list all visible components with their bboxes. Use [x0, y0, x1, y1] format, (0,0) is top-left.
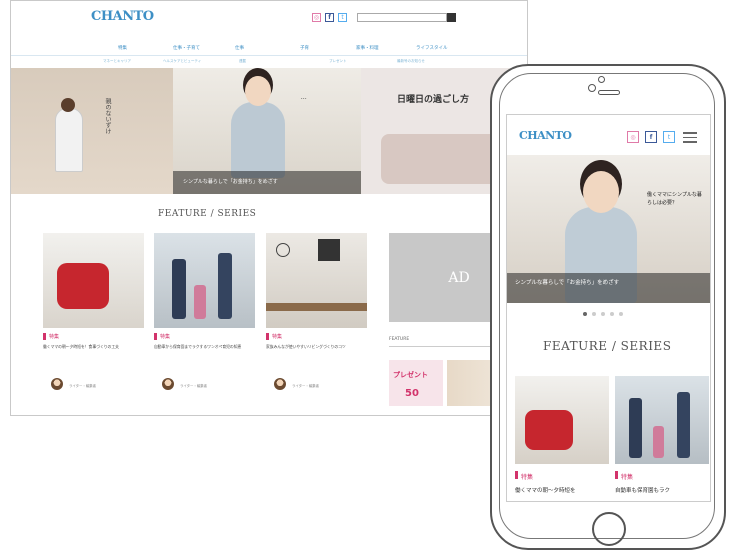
slide-left-text: 親のないずけ	[104, 98, 111, 134]
slide-caption: シンプルな暮らしで「お金持ち」をめざす	[183, 179, 278, 185]
phone-camera	[588, 84, 596, 92]
slide-left[interactable]: 親のないずけ	[11, 68, 173, 194]
card-image	[154, 233, 255, 328]
desktop-logo[interactable]: CHANTO	[91, 9, 154, 24]
phone-slide-caption: シンプルな暮らしで「お金持ち」をめざす	[515, 280, 620, 286]
slide-center[interactable]: … シンプルな暮らしで「お金持ち」をめざす	[173, 68, 361, 194]
feature-label: FEATURE	[389, 337, 410, 342]
nav-item[interactable]: 仕事	[235, 45, 244, 51]
search-button[interactable]	[447, 13, 456, 22]
subnav-item[interactable]: プレゼント	[329, 59, 347, 64]
subnav-item[interactable]: マネーとキャリア	[103, 59, 131, 64]
feature-card[interactable]: 特集 自動車から保育園までラクするワンオペ育児の知恵 ライター・編集者	[154, 233, 255, 408]
person-figure	[55, 108, 83, 172]
nav-divider	[11, 55, 527, 56]
card-image	[515, 376, 609, 464]
facebook-icon[interactable]: f	[645, 131, 657, 143]
hero-slider[interactable]: 親のないずけ … シンプルな暮らしで「お金持ち」をめざす 日曜日の過ごし方	[11, 68, 527, 194]
card-category: 特集	[272, 334, 283, 340]
desktop-screenshot: CHANTO ◎ f t 特集 仕事・子育て 仕事 子育 家事・料理 ライフスタ…	[10, 0, 528, 416]
avatar	[274, 378, 286, 390]
red-pot	[57, 263, 109, 309]
card-author: ライター・編集者	[180, 384, 207, 388]
slide-caption-bar	[507, 273, 710, 303]
slide-right-text: 日曜日の過ごし方	[397, 95, 470, 105]
phone-sensor	[598, 76, 605, 83]
phone-screen: CHANTO ◎ f t 働くママにシンプルな暮らしは必要？ シンプルな暮らしで…	[506, 114, 711, 502]
feature-card[interactable]: 特集 働くママの朝〜夕時短を！食事づくりの工夫 ライター・編集者	[43, 233, 144, 408]
card-image	[266, 233, 367, 328]
avatar	[162, 378, 174, 390]
home-button[interactable]	[592, 512, 626, 546]
card-category: 特集	[49, 334, 60, 340]
nav-item[interactable]: 仕事・子育て	[173, 45, 200, 51]
person-sweater	[231, 102, 285, 178]
card-image	[43, 233, 144, 328]
card-title[interactable]: 自動車から保育園までラクするワンオペ育児の知恵	[154, 344, 244, 349]
card-author: ライター・編集者	[69, 384, 96, 388]
sofa-illustration	[381, 134, 501, 184]
subnav-item[interactable]: ヘルスケアとビューティ	[163, 59, 201, 64]
twitter-icon[interactable]: t	[663, 131, 675, 143]
instagram-icon[interactable]: ◎	[627, 131, 639, 143]
phone-feature-card[interactable]: 特集 働くママの朝〜夕時短を	[515, 376, 609, 501]
avatar	[51, 378, 63, 390]
card-title[interactable]: 自動車も保育園もラク	[615, 486, 670, 494]
phone-feature-card[interactable]: 特集 自動車も保育園もラク	[615, 376, 709, 501]
facebook-icon[interactable]: f	[325, 13, 334, 22]
present-text: プレゼント	[393, 371, 428, 379]
hamburger-menu-icon[interactable]	[683, 132, 697, 143]
person-head	[61, 98, 75, 112]
present-banner[interactable]: プレゼント 50	[389, 360, 443, 406]
card-category: 特集	[621, 474, 634, 481]
section-title: FEATURE / SERIES	[158, 209, 257, 219]
card-author: ライター・編集者	[292, 384, 319, 388]
feature-card[interactable]: 特集 家族みんなが使いやすいリビングづくりのコツ ライター・編集者	[266, 233, 367, 408]
person-face	[245, 76, 271, 106]
phone-slide-text: 働くママにシンプルな暮らしは必要？	[647, 192, 702, 206]
nav-item[interactable]: 子育	[300, 45, 309, 51]
phone-hero-slide[interactable]: 働くママにシンプルな暮らしは必要？ シンプルな暮らしで「お金持ち」をめざす	[507, 155, 710, 303]
card-title[interactable]: 働くママの朝〜夕時短を	[515, 486, 576, 494]
card-category: 特集	[521, 474, 534, 481]
card-title[interactable]: 働くママの朝〜夕時短を！食事づくりの工夫	[43, 344, 133, 349]
card-category: 特集	[160, 334, 171, 340]
card-title[interactable]: 家族みんなが使いやすいリビングづくりのコツ	[266, 344, 356, 349]
red-pot	[525, 410, 573, 450]
nav-item[interactable]: 家事・料理	[356, 45, 379, 51]
person-face	[583, 171, 619, 213]
twitter-icon[interactable]: t	[338, 13, 347, 22]
phone-speaker	[598, 90, 620, 95]
nav-item[interactable]: 特集	[118, 45, 127, 51]
subnav-item[interactable]: 最新号のお知らせ	[397, 59, 425, 64]
phone-logo[interactable]: CHANTO	[519, 129, 572, 142]
slider-dots[interactable]	[583, 312, 623, 316]
card-image	[615, 376, 709, 464]
nav-item[interactable]: ライフスタイル	[416, 45, 448, 51]
phone-section-title: FEATURE / SERIES	[543, 339, 672, 353]
search-input[interactable]	[357, 13, 447, 22]
subnav-item[interactable]: 連載	[239, 59, 246, 64]
instagram-icon[interactable]: ◎	[312, 13, 321, 22]
